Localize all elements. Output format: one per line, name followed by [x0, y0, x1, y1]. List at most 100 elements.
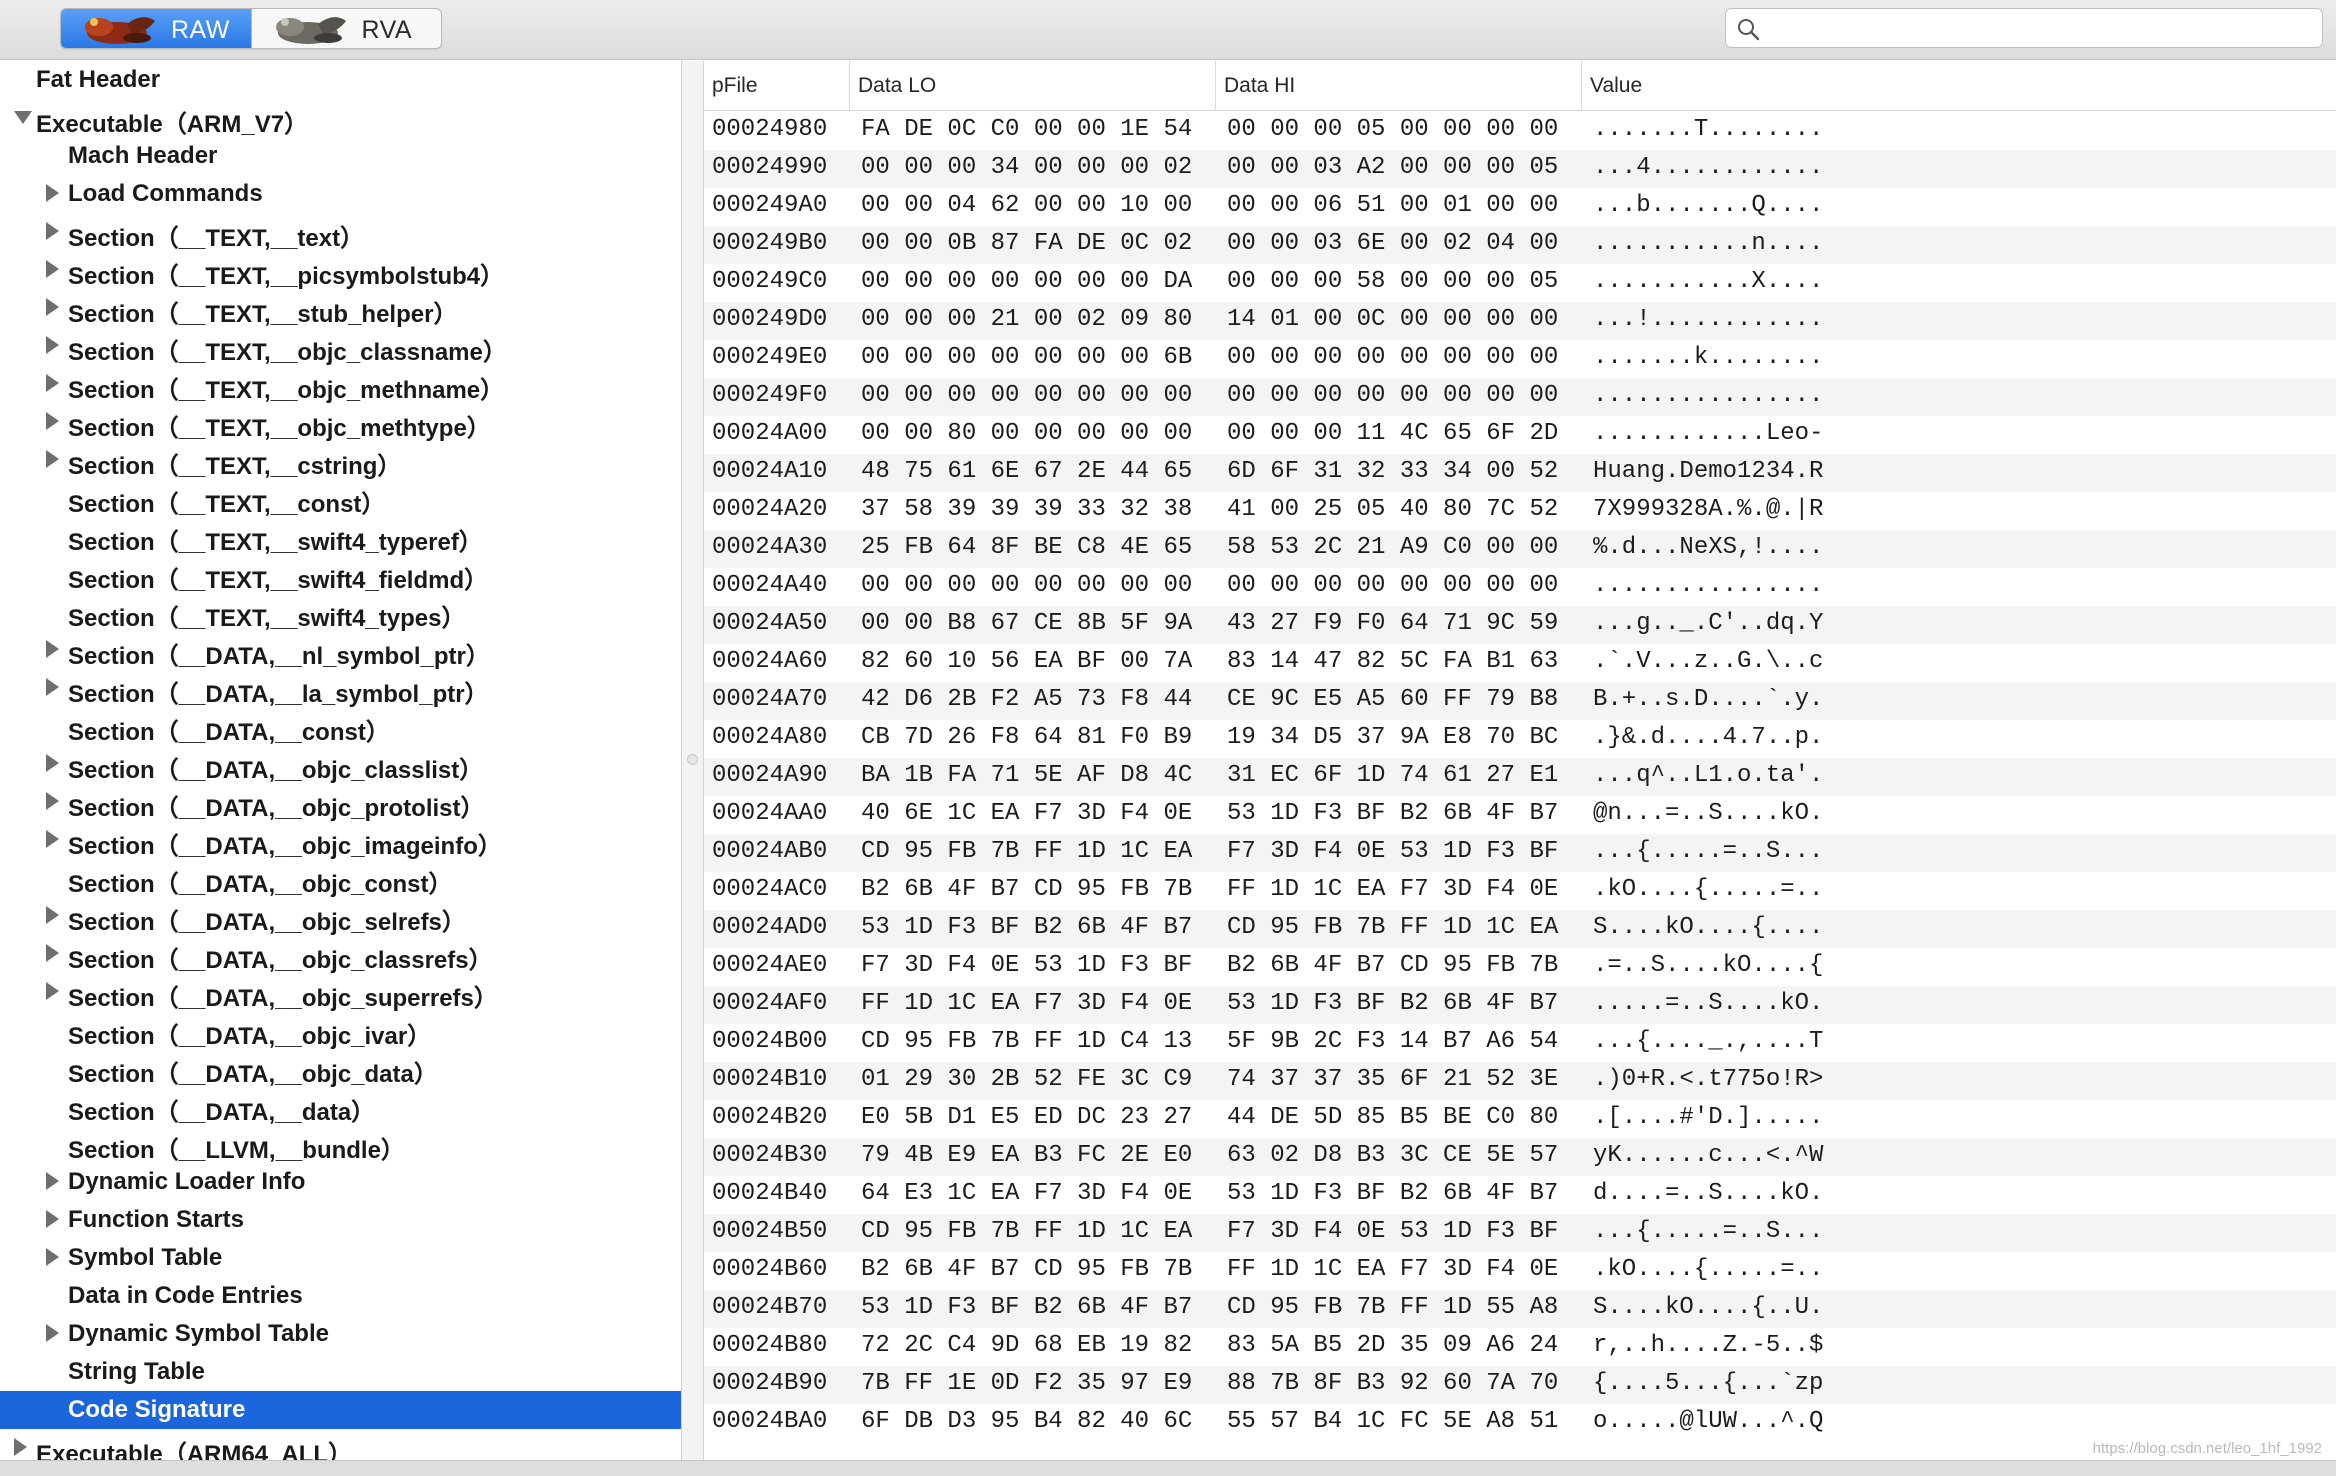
table-row[interactable]: 00024A80 CB 7D 26 F8 64 81 F0 B9 19 34 D5 …	[704, 720, 2336, 758]
sidebar-item[interactable]: Section（__TEXT,__stub_helper）	[0, 289, 681, 328]
table-row[interactable]: 00024B10 01 29 30 2B 52 FE 3C C9 74 37 37 …	[704, 1062, 2336, 1100]
table-row[interactable]: 00024B60 B2 6B 4F B7 CD 95 FB 7B FF 1D 1C …	[704, 1252, 2336, 1290]
sidebar-item[interactable]: Section（__DATA,__objc_data）	[0, 1049, 681, 1088]
sidebar-item[interactable]: Section（__TEXT,__cstring）	[0, 441, 681, 480]
sidebar-item[interactable]: Code Signature	[0, 1391, 681, 1429]
sidebar-item[interactable]: Section（__TEXT,__objc_classname）	[0, 327, 681, 366]
table-row[interactable]: 00024A10 48 75 61 6E 67 2E 44 65 6D 6F 31 …	[704, 454, 2336, 492]
table-row[interactable]: 00024B30 79 4B E9 EA B3 FC 2E E0 63 02 D8 …	[704, 1138, 2336, 1176]
table-row[interactable]: 000249F0 00 00 00 00 00 00 00 00 00 00 00 …	[704, 378, 2336, 416]
disclosure-closed-icon[interactable]	[46, 336, 59, 354]
table-row[interactable]: 00024AE0 F7 3D F4 0E 53 1D F3 BF B2 6B 4F …	[704, 948, 2336, 986]
table-row[interactable]: 00024AA0 40 6E 1C EA F7 3D F4 0E 53 1D F3 …	[704, 796, 2336, 834]
sidebar-item[interactable]: String Table	[0, 1353, 681, 1391]
sidebar-item[interactable]: Section（__TEXT,__objc_methname）	[0, 365, 681, 404]
disclosure-closed-icon[interactable]	[46, 792, 59, 810]
table-row[interactable]: 00024A40 00 00 00 00 00 00 00 00 00 00 00 …	[704, 568, 2336, 606]
search-input[interactable]	[1772, 14, 2312, 42]
sidebar-item[interactable]: Section（__DATA,__la_symbol_ptr）	[0, 669, 681, 708]
sidebar-item[interactable]: Section（__TEXT,__objc_methtype）	[0, 403, 681, 442]
raw-rva-segmented-control[interactable]: RAW RVA	[60, 8, 442, 49]
table-row[interactable]: 00024B80 72 2C C4 9D 68 EB 19 82 83 5A B5 …	[704, 1328, 2336, 1366]
sidebar-item[interactable]: Section（__TEXT,__swift4_types）	[0, 593, 681, 632]
disclosure-closed-icon[interactable]	[46, 222, 59, 240]
sidebar-item[interactable]: Section（__DATA,__objc_classrefs）	[0, 935, 681, 974]
table-row[interactable]: 000249D0 00 00 00 21 00 02 09 80 14 01 00 …	[704, 302, 2336, 340]
column-header-value[interactable]: Value	[1582, 61, 2336, 111]
sidebar-item[interactable]: Mach Header	[0, 137, 681, 175]
table-row[interactable]: 00024A50 00 00 B8 67 CE 8B 5F 9A 43 27 F9 …	[704, 606, 2336, 644]
table-row[interactable]: 00024A20 37 58 39 39 39 33 32 38 41 00 25 …	[704, 492, 2336, 530]
disclosure-closed-icon[interactable]	[46, 260, 59, 278]
table-row[interactable]: 00024B00 CD 95 FB 7B FF 1D C4 13 5F 9B 2C …	[704, 1024, 2336, 1062]
sidebar-item[interactable]: Load Commands	[0, 175, 681, 213]
disclosure-closed-icon[interactable]	[46, 184, 59, 202]
column-header-pfile[interactable]: pFile	[704, 61, 850, 111]
sidebar-item[interactable]: Section（__TEXT,__text）	[0, 213, 681, 252]
sidebar-item[interactable]: Executable（ARM_V7）	[0, 99, 681, 138]
disclosure-closed-icon[interactable]	[46, 450, 59, 468]
table-row[interactable]: 00024A90 BA 1B FA 71 5E AF D8 4C 31 EC 6F …	[704, 758, 2336, 796]
sidebar-item[interactable]: Section（__DATA,__const）	[0, 707, 681, 746]
sidebar-item[interactable]: Function Starts	[0, 1201, 681, 1239]
sidebar-item[interactable]: Section（__DATA,__objc_superrefs）	[0, 973, 681, 1012]
disclosure-closed-icon[interactable]	[46, 830, 59, 848]
table-row[interactable]: 00024B20 E0 5B D1 E5 ED DC 23 27 44 DE 5D …	[704, 1100, 2336, 1138]
sidebar-item[interactable]: Section（__DATA,__objc_protolist）	[0, 783, 681, 822]
raw-segment-button[interactable]: RAW	[61, 9, 251, 48]
disclosure-open-icon[interactable]	[14, 111, 32, 124]
disclosure-closed-icon[interactable]	[46, 298, 59, 316]
sidebar-item[interactable]: Section（__DATA,__objc_ivar）	[0, 1011, 681, 1050]
disclosure-closed-icon[interactable]	[46, 1324, 59, 1342]
disclosure-closed-icon[interactable]	[46, 944, 59, 962]
table-row[interactable]: 00024B50 CD 95 FB 7B FF 1D 1C EA F7 3D F4 …	[704, 1214, 2336, 1252]
table-row[interactable]: 00024AB0 CD 95 FB 7B FF 1D 1C EA F7 3D F4 …	[704, 834, 2336, 872]
sidebar-item[interactable]: Section（__DATA,__data）	[0, 1087, 681, 1126]
table-row[interactable]: 00024990 00 00 00 34 00 00 00 02 00 00 03 …	[704, 150, 2336, 188]
disclosure-closed-icon[interactable]	[46, 906, 59, 924]
table-row[interactable]: 000249C0 00 00 00 00 00 00 00 DA 00 00 00 …	[704, 264, 2336, 302]
sidebar-item[interactable]: Fat Header	[0, 61, 681, 99]
table-row[interactable]: 00024A70 42 D6 2B F2 A5 73 F8 44 CE 9C E5 …	[704, 682, 2336, 720]
sidebar-item[interactable]: Section（__DATA,__objc_const）	[0, 859, 681, 898]
splitter-handle[interactable]	[687, 754, 698, 765]
disclosure-closed-icon[interactable]	[46, 754, 59, 772]
column-header-data-lo[interactable]: Data LO	[850, 61, 1216, 111]
table-row[interactable]: 000249B0 00 00 0B 87 FA DE 0C 02 00 00 03 …	[704, 226, 2336, 264]
rva-segment-button[interactable]: RVA	[250, 9, 442, 48]
sidebar-item[interactable]: Section（__DATA,__objc_imageinfo）	[0, 821, 681, 860]
sidebar-item[interactable]: Section（__TEXT,__swift4_fieldmd）	[0, 555, 681, 594]
table-row[interactable]: 00024A30 25 FB 64 8F BE C8 4E 65 58 53 2C …	[704, 530, 2336, 568]
disclosure-closed-icon[interactable]	[46, 1210, 59, 1228]
sidebar-item[interactable]: Symbol Table	[0, 1239, 681, 1277]
table-row[interactable]: 00024AC0 B2 6B 4F B7 CD 95 FB 7B FF 1D 1C …	[704, 872, 2336, 910]
table-row[interactable]: 000249E0 00 00 00 00 00 00 00 6B 00 00 00 …	[704, 340, 2336, 378]
table-row[interactable]: 00024B70 53 1D F3 BF B2 6B 4F B7 CD 95 FB …	[704, 1290, 2336, 1328]
disclosure-closed-icon[interactable]	[14, 1438, 27, 1456]
sidebar-item[interactable]: Section（__TEXT,__picsymbolstub4）	[0, 251, 681, 290]
sidebar-item[interactable]: Dynamic Loader Info	[0, 1163, 681, 1201]
pane-splitter[interactable]	[681, 61, 704, 1460]
sidebar-item[interactable]: Section（__DATA,__objc_classlist）	[0, 745, 681, 784]
table-row[interactable]: 00024AF0 FF 1D 1C EA F7 3D F4 0E 53 1D F3 …	[704, 986, 2336, 1024]
column-header-data-hi[interactable]: Data HI	[1216, 61, 1582, 111]
sidebar-item[interactable]: Section（__LLVM,__bundle）	[0, 1125, 681, 1164]
disclosure-closed-icon[interactable]	[46, 640, 59, 658]
disclosure-closed-icon[interactable]	[46, 982, 59, 1000]
sidebar-item[interactable]: Section（__TEXT,__const）	[0, 479, 681, 518]
table-row[interactable]: 00024AD0 53 1D F3 BF B2 6B 4F B7 CD 95 FB …	[704, 910, 2336, 948]
table-row[interactable]: 00024A00 00 00 80 00 00 00 00 00 00 00 00 …	[704, 416, 2336, 454]
table-row[interactable]: 00024A60 82 60 10 56 EA BF 00 7A 83 14 47 …	[704, 644, 2336, 682]
table-row[interactable]: 00024B40 64 E3 1C EA F7 3D F4 0E 53 1D F3 …	[704, 1176, 2336, 1214]
table-row[interactable]: 00024B90 7B FF 1E 0D F2 35 97 E9 88 7B 8F …	[704, 1366, 2336, 1404]
disclosure-closed-icon[interactable]	[46, 1172, 59, 1190]
sidebar-item[interactable]: Section（__TEXT,__swift4_typeref）	[0, 517, 681, 556]
table-row[interactable]: 000249A0 00 00 04 62 00 00 10 00 00 00 06 …	[704, 188, 2336, 226]
sidebar-item[interactable]: Executable（ARM64_ALL）	[0, 1429, 681, 1460]
sidebar-item[interactable]: Section（__DATA,__nl_symbol_ptr）	[0, 631, 681, 670]
table-row[interactable]: 00024980 FA DE 0C C0 00 00 1E 54 00 00 00 …	[704, 112, 2336, 150]
table-row[interactable]: 00024BA0 6F DB D3 95 B4 82 40 6C 55 57 B4 …	[704, 1404, 2336, 1442]
disclosure-closed-icon[interactable]	[46, 412, 59, 430]
sidebar-item[interactable]: Dynamic Symbol Table	[0, 1315, 681, 1353]
disclosure-closed-icon[interactable]	[46, 678, 59, 696]
